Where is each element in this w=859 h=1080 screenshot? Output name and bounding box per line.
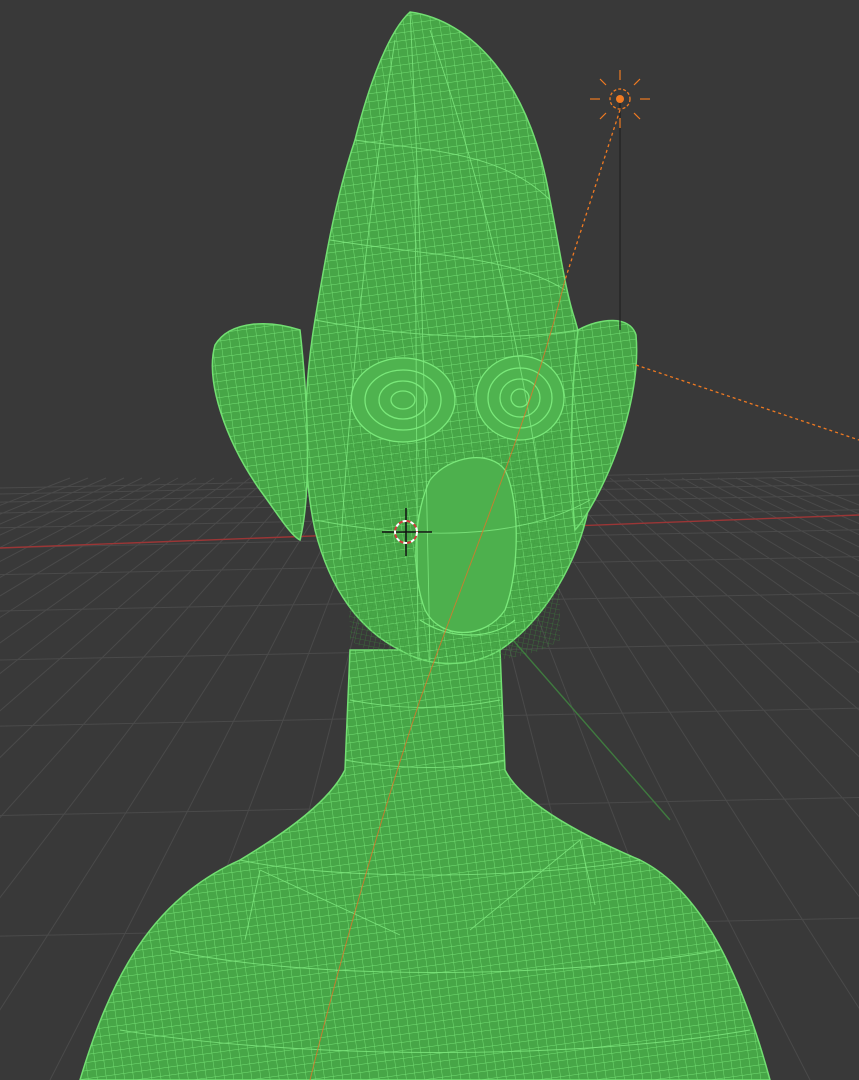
nose xyxy=(415,457,517,633)
3d-viewport[interactable] xyxy=(0,0,859,1080)
eye-left xyxy=(350,357,456,443)
